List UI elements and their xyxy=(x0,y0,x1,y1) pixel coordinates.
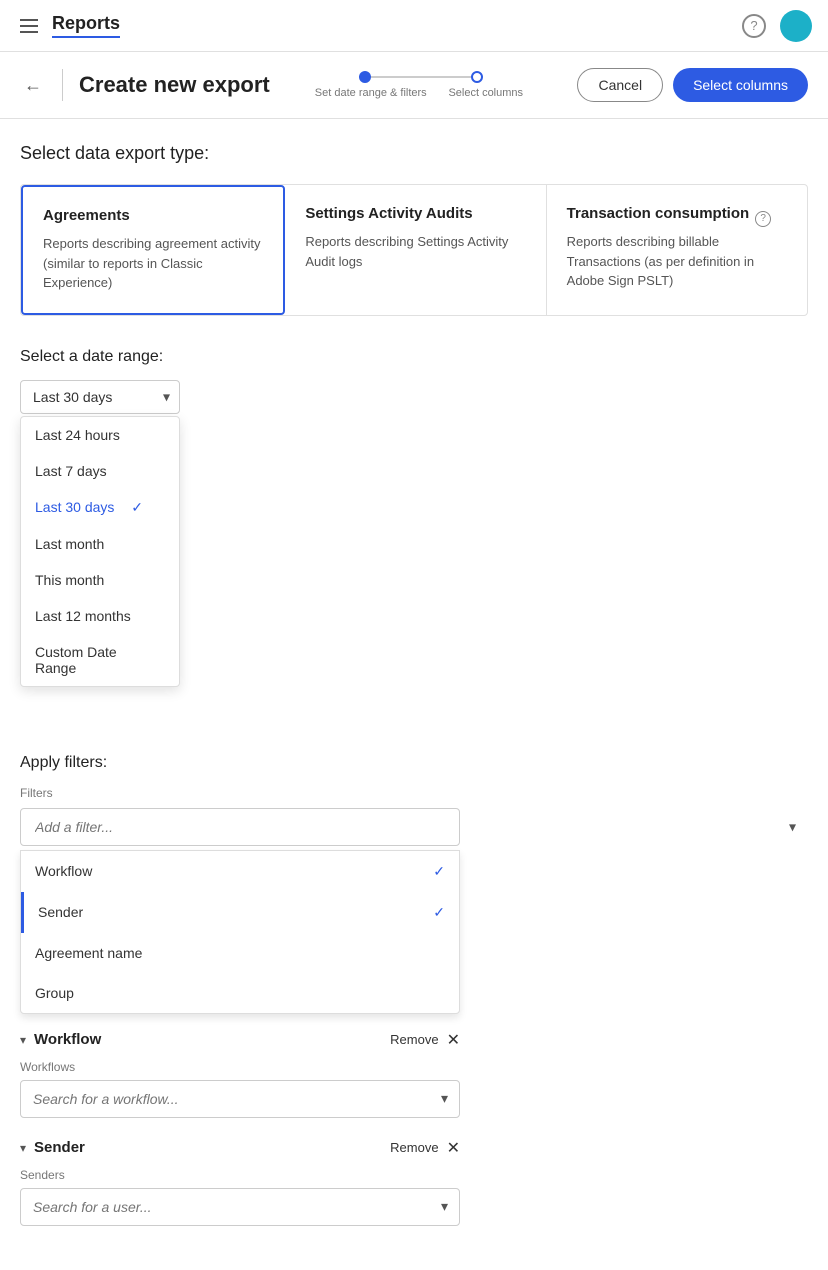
filter-block-workflow-title: Workflow xyxy=(34,1031,101,1048)
filter-block-sender-actions: Remove ✕ xyxy=(390,1138,460,1158)
filter-workflow-search-wrapper: ▾ xyxy=(20,1080,460,1118)
header-actions: Cancel Select columns xyxy=(577,68,808,102)
export-card-agreements[interactable]: Agreements Reports describing agreement … xyxy=(21,185,285,315)
date-option-last-30-label: Last 30 days xyxy=(35,499,114,515)
filter-workflow-field-label: Workflows xyxy=(20,1060,460,1074)
export-card-settings-title: Settings Activity Audits xyxy=(305,205,525,222)
filter-add-input[interactable] xyxy=(20,808,460,846)
page-header: ← Create new export Set date range & fil… xyxy=(0,52,828,119)
date-option-last-7-label: Last 7 days xyxy=(35,463,107,479)
date-range-value: Last 30 days xyxy=(33,389,112,405)
filter-option-sender-check: ✓ xyxy=(433,904,445,921)
filters-label: Filters xyxy=(20,786,808,800)
date-option-last-12[interactable]: Last 12 months xyxy=(21,598,179,634)
filter-sender-search-wrapper: ▾ xyxy=(20,1188,460,1226)
filter-sender-close-button[interactable]: ✕ xyxy=(447,1138,460,1158)
filter-add-chevron-icon: ▾ xyxy=(789,818,796,835)
date-option-last-24[interactable]: Last 24 hours xyxy=(21,417,179,453)
filter-option-workflow-label: Workflow xyxy=(35,863,92,879)
date-option-last-7[interactable]: Last 7 days xyxy=(21,453,179,489)
filter-block-workflow-chevron[interactable]: ▾ xyxy=(20,1033,26,1047)
filter-block-workflow-actions: Remove ✕ xyxy=(390,1030,460,1050)
filter-option-workflow-check: ✓ xyxy=(433,863,445,880)
help-icon[interactable]: ? xyxy=(742,14,766,38)
filter-option-sender-label: Sender xyxy=(38,904,83,920)
filter-block-sender-chevron[interactable]: ▾ xyxy=(20,1141,26,1155)
stepper-line xyxy=(371,76,471,78)
top-nav: Reports ? xyxy=(0,0,828,52)
stepper-label-2: Select columns xyxy=(436,87,536,99)
date-option-last-30[interactable]: Last 30 days ✓ xyxy=(21,489,179,526)
date-option-this-month[interactable]: This month xyxy=(21,562,179,598)
top-nav-left: Reports xyxy=(16,13,120,38)
filter-option-group[interactable]: Group xyxy=(21,973,459,1013)
filter-workflow-close-button[interactable]: ✕ xyxy=(447,1030,460,1050)
filter-add-wrapper: ▾ xyxy=(20,808,808,846)
filters-section: Apply filters: Filters ▾ Workflow ✓ Send… xyxy=(20,754,808,1226)
filter-option-agreement-name-label: Agreement name xyxy=(35,945,142,961)
filter-sender-field-label: Senders xyxy=(20,1168,460,1182)
date-range-section: Select a date range: Last 30 days ▾ Last… xyxy=(20,348,808,414)
date-option-last-30-checkmark: ✓ xyxy=(131,499,143,516)
filter-sender-search-input[interactable] xyxy=(20,1188,460,1226)
main-content: Select data export type: Agreements Repo… xyxy=(0,119,828,1270)
stepper-labels: Set date range & filters Select columns xyxy=(306,87,536,99)
date-option-last-12-label: Last 12 months xyxy=(35,608,131,624)
export-card-agreements-title: Agreements xyxy=(43,207,263,224)
date-option-last-month-label: Last month xyxy=(35,536,104,552)
date-range-dropdown[interactable]: Last 30 days xyxy=(20,380,180,414)
page-title: Create new export xyxy=(79,72,270,98)
filter-option-sender[interactable]: Sender ✓ xyxy=(21,892,459,933)
export-card-transaction-desc: Reports describing billable Transactions… xyxy=(567,232,787,291)
filter-sender-search-chevron: ▾ xyxy=(441,1198,448,1215)
filter-block-sender-left: ▾ Sender xyxy=(20,1139,85,1156)
export-card-agreements-desc: Reports describing agreement activity (s… xyxy=(43,234,263,293)
filter-block-workflow: ▾ Workflow Remove ✕ Workflows ▾ xyxy=(20,1030,460,1118)
export-card-settings-activity[interactable]: Settings Activity Audits Reports describ… xyxy=(285,185,546,315)
select-columns-button[interactable]: Select columns xyxy=(673,68,808,102)
date-range-menu: Last 24 hours Last 7 days Last 30 days ✓… xyxy=(20,416,180,687)
date-option-last-month[interactable]: Last month xyxy=(21,526,179,562)
filter-workflow-search-chevron: ▾ xyxy=(441,1090,448,1107)
stepper-track xyxy=(359,71,483,83)
date-option-last-24-label: Last 24 hours xyxy=(35,427,120,443)
filter-block-sender-title: Sender xyxy=(34,1139,85,1156)
filter-option-workflow[interactable]: Workflow ✓ xyxy=(21,851,459,892)
filter-option-group-label: Group xyxy=(35,985,74,1001)
date-range-title: Select a date range: xyxy=(20,348,808,366)
export-card-transaction-title-row: Transaction consumption ? xyxy=(567,205,787,232)
date-option-custom[interactable]: Custom Date Range xyxy=(21,634,179,686)
filter-sender-remove-button[interactable]: Remove xyxy=(390,1140,438,1155)
header-divider xyxy=(62,69,63,101)
top-nav-right: ? xyxy=(742,10,812,42)
date-option-this-month-label: This month xyxy=(35,572,104,588)
filter-block-workflow-header: ▾ Workflow Remove ✕ xyxy=(20,1030,460,1050)
back-button[interactable]: ← xyxy=(20,71,46,100)
app-title: Reports xyxy=(52,13,120,38)
export-card-settings-desc: Reports describing Settings Activity Aud… xyxy=(305,232,525,271)
info-icon[interactable]: ? xyxy=(755,211,771,227)
apply-filters-title: Apply filters: xyxy=(20,754,808,772)
cancel-button[interactable]: Cancel xyxy=(577,68,663,102)
filter-option-agreement-name[interactable]: Agreement name xyxy=(21,933,459,973)
avatar[interactable] xyxy=(780,10,812,42)
export-card-transaction-title: Transaction consumption xyxy=(567,205,750,222)
filter-block-workflow-left: ▾ Workflow xyxy=(20,1031,101,1048)
filter-dropdown: Workflow ✓ Sender ✓ Agreement name Group xyxy=(20,850,460,1014)
date-option-custom-label: Custom Date Range xyxy=(35,644,143,676)
filter-workflow-search-input[interactable] xyxy=(20,1080,460,1118)
filter-workflow-remove-button[interactable]: Remove xyxy=(390,1032,438,1047)
export-type-grid: Agreements Reports describing agreement … xyxy=(20,184,808,316)
stepper: Set date range & filters Select columns xyxy=(306,71,536,99)
stepper-label-1: Set date range & filters xyxy=(306,87,436,99)
filter-block-sender: ▾ Sender Remove ✕ Senders ▾ xyxy=(20,1138,460,1226)
export-card-transaction[interactable]: Transaction consumption ? Reports descri… xyxy=(547,185,807,315)
export-type-title: Select data export type: xyxy=(20,143,808,164)
date-range-dropdown-wrapper: Last 30 days ▾ Last 24 hours Last 7 days… xyxy=(20,380,180,414)
stepper-dot-1 xyxy=(359,71,371,83)
stepper-dot-2 xyxy=(471,71,483,83)
hamburger-menu-icon[interactable] xyxy=(16,15,42,37)
filter-block-sender-header: ▾ Sender Remove ✕ xyxy=(20,1138,460,1158)
